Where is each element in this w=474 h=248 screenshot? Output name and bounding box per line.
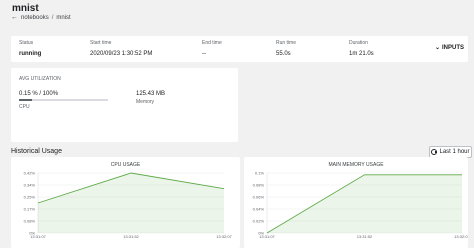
- x-tick-label: 13:31:52: [357, 234, 373, 239]
- cpu-utilization-bar: [19, 99, 108, 101]
- y-tick-label: 0.04%: [253, 207, 265, 212]
- duration-field: Duration 1m 21.0s: [349, 40, 374, 57]
- x-tick-label: 13:32:07: [216, 234, 232, 239]
- inputs-label: INPUTS: [441, 44, 464, 51]
- start-time-field: Start time 2020/09/23 1:30:52 PM: [90, 40, 152, 57]
- utilization-card: AVG UTILIZATION 0.15 % / 100% CPU 125.43…: [11, 68, 238, 142]
- cpu-utilization-bar-fill: [19, 99, 33, 101]
- y-tick-label: 0.08%: [24, 219, 36, 224]
- y-tick-label: 0.42%: [24, 171, 36, 176]
- page-header: mnist ← notebooks / mnist: [0, 0, 474, 28]
- memory-usage-chart: MAIN MEMORY USAGE 0.1% 0.08% 0.06% 0.04% 0.0…: [244, 157, 468, 248]
- start-time-value: 2020/09/23 1:30:52 PM: [90, 51, 153, 57]
- end-time-field: End time --: [202, 40, 222, 57]
- page-title: mnist: [12, 3, 39, 14]
- run-time-value: 55.0s: [276, 51, 291, 57]
- time-range-label: Last 1 hour: [439, 149, 470, 155]
- y-tick-label: 0.02%: [253, 219, 265, 224]
- run-status-card: Status running Start time 2020/09/23 1:3…: [11, 36, 468, 62]
- y-tick-label: 0.17%: [24, 207, 36, 212]
- memory-caption: Memory: [136, 99, 155, 105]
- duration-value: 1m 21.0s: [349, 51, 374, 57]
- duration-label: Duration: [349, 40, 368, 46]
- breadcrumb: ← notebooks / mnist: [11, 14, 71, 21]
- cpu-usage-chart: CPU USAGE 0.42% 0.34% 0.25% 0.17% 0.08% 0% 13:…: [11, 157, 240, 248]
- y-tick-label: 0.1%: [255, 171, 265, 176]
- x-tick-label: 13:31:07: [259, 234, 275, 239]
- run-time-field: Run time 55.0s: [276, 40, 296, 57]
- end-time-value: --: [202, 51, 206, 57]
- series-area: [267, 174, 462, 233]
- status-value: running: [19, 51, 42, 57]
- y-tick-label: 0.34%: [24, 183, 36, 188]
- back-arrow-icon[interactable]: ←: [11, 14, 18, 21]
- breadcrumb-separator: /: [51, 14, 54, 21]
- x-tick-label: 13:31:07: [30, 234, 46, 239]
- cpu-caption: CPU: [19, 104, 30, 110]
- inputs-toggle-button[interactable]: ⌄ INPUTS: [434, 44, 464, 52]
- cpu-utilization-value: 0.15 % / 100%: [19, 91, 59, 97]
- end-time-label: End time: [202, 40, 222, 46]
- breadcrumb-current: mnist: [56, 14, 71, 21]
- y-tick-label: 0.08%: [253, 183, 265, 188]
- start-time-label: Start time: [90, 40, 112, 46]
- breadcrumb-notebooks-link[interactable]: notebooks: [21, 15, 49, 21]
- historical-usage-title: Historical Usage: [11, 148, 62, 155]
- y-tick-label: 0.06%: [253, 195, 265, 200]
- status-label: Status: [19, 40, 34, 46]
- memory-usage-plot: 0.1%0.08%0.06%0.04%0.02%0%13:31:07 13:31:…: [253, 171, 468, 240]
- memory-value: 125.43 MB: [136, 91, 166, 97]
- x-tick-label: 13:31:52: [123, 234, 139, 239]
- series-area: [38, 173, 224, 233]
- chevron-down-icon: ⌄: [434, 45, 440, 51]
- utilization-label: AVG UTILIZATION: [19, 76, 61, 82]
- y-tick-label: 0.25%: [24, 195, 36, 200]
- status-field: Status running: [19, 40, 41, 57]
- run-time-label: Run time: [276, 40, 297, 46]
- cpu-usage-plot: 0.42%0.34%0.25%0.17%0.08%0%13:31:07 13:31…: [24, 171, 233, 240]
- x-tick-label: 13:32:07: [454, 234, 468, 239]
- clock-icon: [431, 149, 438, 155]
